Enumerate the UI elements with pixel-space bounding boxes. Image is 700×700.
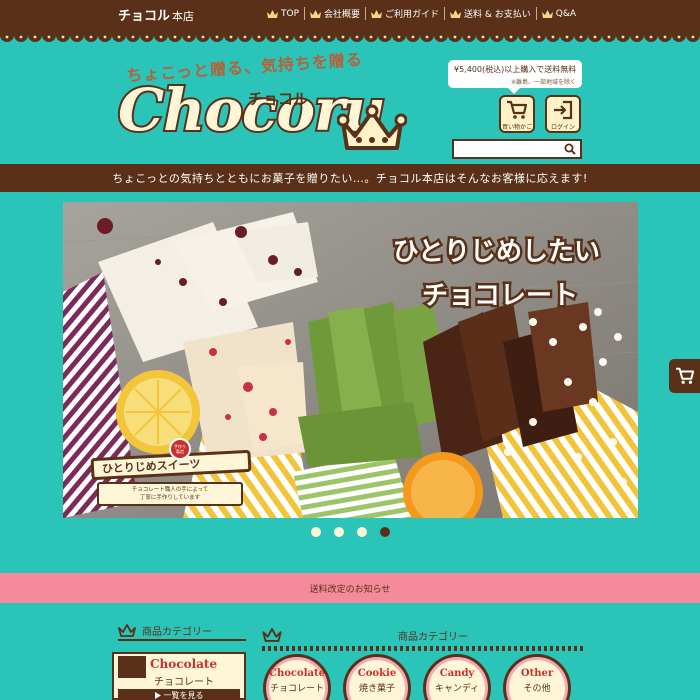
brand-sub: 本店 [172,10,195,23]
crown-icon [541,9,553,18]
cart-button[interactable]: 買い物かご [499,95,535,133]
search-box [452,139,582,161]
sidebar-heading: 商品カテゴリー [118,621,246,641]
slider-dots [311,527,390,537]
category-name-en: Other [520,668,554,679]
view-list-label: 一覧を見る [163,691,204,700]
caption-line: 丁寧に手作りしています [139,495,201,501]
login-icon [554,100,573,120]
crown-icon [371,9,383,18]
nav-label: ご利用ガイド [385,10,440,20]
nav-qa[interactable]: Q&A [535,7,581,20]
category-subtitle: チョコレート [154,677,214,688]
category-name-en: Candy [439,668,475,679]
category-list: Chocolate チョコレート Cookie 焼き菓子 Candy キャンディ… [266,657,568,700]
main-category-heading: 商品カテゴリー [262,626,584,644]
crown-icon [262,628,282,642]
hero-title-line: チョコレート [419,279,580,314]
nav-label: TOP [281,8,300,19]
crown-icon [310,9,322,18]
nav-label: 会社概要 [324,10,361,20]
handmade-seal: 手作り 製造 [169,438,191,460]
search-input[interactable] [454,145,560,161]
hero-slider[interactable]: ひとりじめしたい チョコレート ひとりじめスイーツ 手作り 製造 チョコレート職… [63,202,638,518]
category-name-jp: チョコレート [269,684,324,694]
category-name-jp: その他 [523,684,551,694]
play-icon [154,692,161,699]
caption-line: チョコレート職人の手によって [131,487,209,493]
nav-top[interactable]: TOP [262,7,304,20]
sidebar-category-chocolate[interactable]: Chocolate チョコレート 一覧を見る [112,652,246,700]
crown-icon [450,9,462,18]
category-name-jp: 焼き菓子 [358,684,395,694]
sidebar-heading-label: 商品カテゴリー [142,626,212,638]
category-candy[interactable]: Candy キャンディ [426,657,488,700]
category-title: Chocolate [150,657,218,671]
category-name-en: Cookie [357,668,397,679]
cart-icon [675,367,694,384]
shipping-notice-link[interactable]: 送料改定のお知らせ [0,573,700,603]
nav-label: Q&A [555,8,577,19]
cart-label: 買い物かご [501,124,532,131]
main-heading-label: 商品カテゴリー [398,631,468,643]
search-icon [564,143,576,155]
nav-label: 送料 & お支払い [464,10,531,20]
floating-cart-button[interactable] [669,359,700,393]
chocolate-thumbnail [118,656,146,678]
slider-dot[interactable] [357,527,367,537]
nav-guide[interactable]: ご利用ガイド [365,7,444,20]
nav-company[interactable]: 会社概要 [304,7,365,20]
divider [262,646,584,651]
login-label: ログイン [550,124,575,131]
cart-icon [507,100,528,119]
category-name-en: Chocolate [269,668,325,679]
brand-logo[interactable]: チョコル 本店 [118,5,194,24]
category-chocolate[interactable]: Chocolate チョコレート [266,657,328,700]
hero-title-line: ひとりじめしたい [390,235,602,270]
view-list-button[interactable]: 一覧を見る [118,689,240,700]
scallop-border [0,27,700,42]
intro-band: ちょこっとの気持ちとともにお菓子を贈りたい…。チョコル本店はそんなお客様に応えま… [0,164,700,192]
logo-kana: チョコル [248,90,309,108]
crown-icon [267,9,278,18]
search-button[interactable] [560,141,580,157]
badge-caption: チョコレート職人の手によって 丁寧に手作りしています [97,482,243,506]
category-other[interactable]: Other その他 [506,657,568,700]
hero-title: ひとりじめしたい チョコレート [390,230,602,318]
top-bar: チョコル 本店 TOP 会社概要 ご利用ガイド 送料 & お支払い Q&A [0,0,700,27]
slider-dot-active[interactable] [380,527,390,537]
crown-icon [118,623,136,637]
free-shipping-bubble: ¥5,400(税込)以上購入で送料無料 ※離島、一部地域を除く [448,60,582,94]
slider-dot[interactable] [311,527,321,537]
crown-logo-icon [337,104,407,150]
top-nav: TOP 会社概要 ご利用ガイド 送料 & お支払い Q&A [262,7,581,20]
seal-line: 製造 [176,449,184,454]
nav-shipping[interactable]: 送料 & お支払い [444,7,536,20]
free-shipping-note: ※離島、一部地域を除く [510,79,576,86]
category-cookie[interactable]: Cookie 焼き菓子 [346,657,408,700]
free-shipping-text: ¥5,400(税込)以上購入で送料無料 [454,65,577,74]
brand-name: チョコル [118,9,171,24]
hero-badge: ひとりじめスイーツ 手作り 製造 チョコレート職人の手によって 丁寧に手作りして… [90,438,256,510]
slider-dot[interactable] [334,527,344,537]
login-button[interactable]: ログイン [545,95,581,133]
category-name-jp: キャンディ [434,684,480,694]
